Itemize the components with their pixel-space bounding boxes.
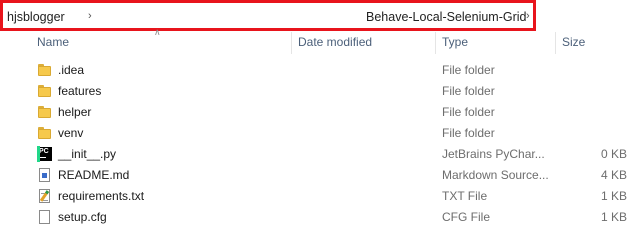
file-size: 4 KB	[600, 168, 627, 182]
column-header-name[interactable]: Name	[37, 35, 69, 49]
file-type: Markdown Source...	[442, 168, 549, 182]
folder-icon	[38, 126, 52, 140]
file-type: File folder	[442, 63, 495, 77]
text-file-icon	[38, 189, 52, 203]
breadcrumb-item-current-folder[interactable]: Behave-Local-Selenium-Grid	[366, 10, 527, 24]
file-type: File folder	[442, 84, 495, 98]
config-file-icon	[38, 210, 52, 224]
column-header-size[interactable]: Size	[562, 35, 585, 49]
folder-icon	[38, 63, 52, 77]
file-row[interactable]: .idea File folder	[0, 60, 636, 81]
file-row[interactable]: helper File folder	[0, 102, 636, 123]
file-row[interactable]: PC __init__.py JetBrains PyChar... 0 KB	[0, 144, 636, 165]
folder-icon	[38, 105, 52, 119]
file-name: README.md	[58, 168, 130, 182]
file-type: CFG File	[442, 210, 490, 224]
file-name: setup.cfg	[58, 210, 107, 224]
file-type: File folder	[442, 105, 495, 119]
file-name: __init__.py	[58, 147, 117, 161]
file-row[interactable]: setup.cfg CFG File 1 KB	[0, 207, 636, 228]
sort-ascending-icon: ∧	[154, 27, 161, 37]
file-row[interactable]: features File folder	[0, 81, 636, 102]
breadcrumb-item-hjsblogger[interactable]: hjsblogger	[7, 10, 65, 24]
file-name: .idea	[58, 63, 85, 77]
file-name: features	[58, 84, 102, 98]
file-name: helper	[58, 105, 92, 119]
file-row[interactable]: venv File folder	[0, 123, 636, 144]
file-size: 1 KB	[600, 189, 627, 203]
file-size: 1 KB	[600, 210, 627, 224]
file-type: JetBrains PyChar...	[442, 147, 545, 161]
address-bar[interactable]: hjsblogger › Behave-Local-Selenium-Grid …	[0, 0, 536, 31]
column-divider[interactable]	[291, 32, 292, 54]
file-size: 0 KB	[600, 147, 627, 161]
markdown-file-icon	[38, 168, 52, 182]
column-header-type[interactable]: Type	[442, 35, 468, 49]
column-divider[interactable]	[555, 32, 556, 54]
file-type: TXT File	[442, 189, 488, 203]
file-type: File folder	[442, 126, 495, 140]
column-header-date-modified[interactable]: Date modified	[298, 35, 372, 49]
file-name: venv	[58, 126, 84, 140]
folder-icon	[38, 84, 52, 98]
chevron-right-icon[interactable]: ›	[88, 10, 92, 22]
file-row[interactable]: README.md Markdown Source... 4 KB	[0, 165, 636, 186]
pycharm-file-icon: PC	[37, 146, 52, 162]
column-divider[interactable]	[435, 32, 436, 54]
column-header-row: ∧ Name Date modified Type Size	[0, 27, 636, 56]
chevron-right-icon[interactable]: ›	[526, 10, 530, 22]
file-name: requirements.txt	[58, 189, 145, 203]
file-row[interactable]: requirements.txt TXT File 1 KB	[0, 186, 636, 207]
